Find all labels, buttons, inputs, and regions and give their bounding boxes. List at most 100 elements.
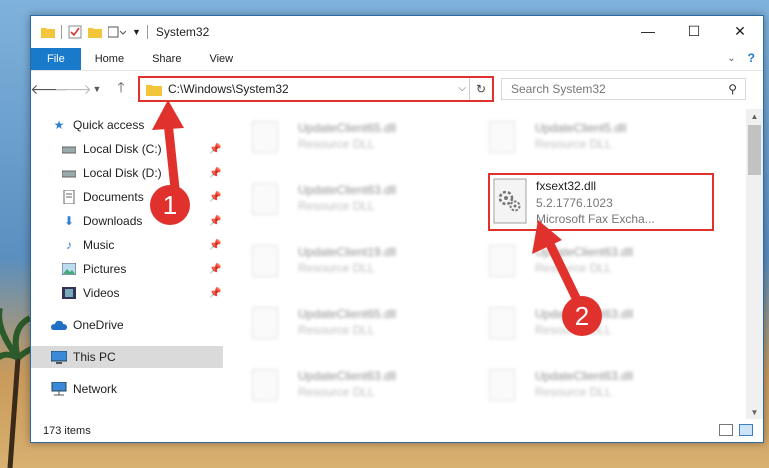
chevron-down-icon[interactable]: ▼ (132, 27, 141, 37)
folder-icon (41, 28, 55, 38)
highlighted-file-description: Microsoft Fax Excha... (536, 212, 655, 226)
videos-icon (61, 286, 77, 300)
expand-ribbon-icon[interactable]: ⌄ (727, 53, 735, 64)
ribbon-help: ⌄ ? (727, 51, 755, 65)
file-name: UpdateClient63.dll (535, 307, 634, 321)
file-description: Resource DLL (298, 323, 375, 337)
item-count: 173 items (43, 425, 91, 437)
pin-icon[interactable]: 📌 (209, 144, 221, 155)
sidebar-item-local-disk-c[interactable]: Local Disk (C:) 📌 (61, 138, 223, 160)
sidebar-item-label: Local Disk (C:) (83, 142, 162, 156)
properties-icon[interactable] (68, 25, 82, 39)
large-icons-view-icon[interactable] (739, 424, 753, 436)
pin-icon[interactable]: 📌 (209, 264, 221, 275)
recent-locations-icon[interactable]: ▼ (85, 84, 109, 94)
file-name: UpdateClient65.dll (298, 121, 397, 135)
list-item[interactable]: UpdateClient63.dll Resource DLL (463, 299, 683, 347)
new-folder-icon[interactable] (88, 26, 102, 38)
vertical-scrollbar[interactable]: ▲ ▼ (746, 109, 763, 419)
sidebar-item-label: Music (83, 238, 115, 252)
explorer-window: ▼ System32 — ☐ ✕ File Home Share View ⌄ … (30, 15, 764, 443)
scroll-down-icon[interactable]: ▼ (746, 405, 763, 419)
file-name: UpdateClient63.dll (298, 183, 397, 197)
scroll-up-icon[interactable]: ▲ (746, 109, 763, 123)
file-name: UpdateClient63.dll (535, 245, 634, 259)
cloud-icon (51, 318, 67, 332)
dll-file-icon (252, 245, 278, 277)
sidebar-item-documents[interactable]: Documents 📌 (61, 186, 223, 208)
list-item[interactable]: UpdateClient5.dll Resource DLL (463, 113, 683, 161)
file-name: UpdateClient63.dll (298, 369, 397, 383)
tab-share[interactable]: Share (138, 48, 195, 70)
sidebar-item-label: Local Disk (D:) (83, 166, 162, 180)
list-item[interactable]: UpdateClient63.dll Resource DLL (226, 361, 446, 409)
file-name: UpdateClient19.dll (298, 245, 397, 259)
details-view-icon[interactable] (719, 424, 733, 436)
tab-file[interactable]: File (31, 48, 81, 70)
drive-icon (61, 166, 77, 180)
sidebar-item-pictures[interactable]: Pictures 📌 (61, 258, 223, 280)
help-icon[interactable]: ? (748, 51, 755, 65)
forward-arrow-icon[interactable]: 🡒 (54, 81, 92, 98)
quick-access-toolbar: ▼ (31, 25, 148, 39)
list-item[interactable]: UpdateClient65.dll Resource DLL (226, 299, 446, 347)
maximize-button[interactable]: ☐ (671, 16, 717, 46)
tab-home[interactable]: Home (81, 48, 138, 70)
list-item[interactable]: UpdateClient65.dll Resource DLL (226, 113, 446, 161)
pin-icon[interactable]: 📌 (209, 216, 221, 227)
sidebar-item-music[interactable]: ♪ Music 📌 (61, 234, 223, 256)
drive-icon (61, 142, 77, 156)
sidebar-item-label: Downloads (83, 214, 143, 228)
sidebar-item-label: Videos (83, 286, 120, 300)
sidebar-item-label: Pictures (83, 262, 127, 276)
file-description: Resource DLL (535, 323, 612, 337)
customize-icon[interactable] (108, 26, 126, 38)
sidebar-item-label: OneDrive (73, 318, 124, 332)
highlighted-file-name: fxsext32.dll (536, 179, 597, 193)
sidebar-item-this-pc[interactable]: This PC (31, 346, 223, 368)
sidebar-item-label: This PC (73, 350, 116, 364)
address-bar[interactable]: C:\Windows\System32 ⌵ ↻ (138, 76, 494, 102)
status-bar: 173 items (31, 420, 763, 442)
pin-icon[interactable]: 📌 (209, 288, 221, 299)
sidebar-item-quick-access[interactable]: ★ Quick access (51, 114, 243, 136)
dll-file-icon (489, 369, 515, 401)
sidebar-item-label: Quick access (73, 118, 145, 132)
refresh-icon[interactable]: ↻ (469, 78, 492, 100)
file-name: UpdateClient63.dll (535, 369, 634, 383)
list-item[interactable]: UpdateClient63.dll Resource DLL (226, 175, 446, 223)
window-title: System32 (155, 25, 210, 39)
file-list: UpdateClient65.dll Resource DLL UpdateCl… (226, 109, 741, 414)
tab-view[interactable]: View (195, 48, 247, 70)
dll-file-icon (489, 307, 515, 339)
sidebar-item-videos[interactable]: Videos 📌 (61, 282, 223, 304)
file-name: UpdateClient65.dll (298, 307, 397, 321)
file-description: Resource DLL (535, 261, 612, 275)
navigation-pane: ★ Quick access Local Disk (C:) 📌 Local D… (31, 109, 223, 414)
documents-icon (61, 190, 77, 204)
sidebar-item-label: Documents (83, 190, 144, 204)
close-button[interactable]: ✕ (717, 16, 763, 46)
download-icon: ⬇ (63, 214, 75, 228)
sidebar-item-onedrive[interactable]: OneDrive (51, 314, 243, 336)
list-item[interactable]: UpdateClient19.dll Resource DLL (226, 237, 446, 285)
pictures-icon (61, 262, 77, 276)
window-controls: — ☐ ✕ (625, 16, 763, 46)
sidebar-item-downloads[interactable]: ⬇ Downloads 📌 (61, 210, 223, 232)
sidebar-item-local-disk-d[interactable]: Local Disk (D:) 📌 (61, 162, 223, 184)
scrollbar-thumb[interactable] (748, 125, 761, 175)
chevron-down-icon[interactable]: ⌵ (458, 83, 466, 94)
list-item[interactable]: UpdateClient63.dll Resource DLL (463, 361, 683, 409)
minimize-button[interactable]: — (625, 16, 671, 46)
sidebar-item-network[interactable]: Network (51, 378, 243, 400)
up-arrow-icon[interactable]: 🡑 (109, 77, 133, 101)
pin-icon[interactable]: 📌 (209, 192, 221, 203)
search-input[interactable]: Search System32 ⚲ (501, 78, 746, 100)
pin-icon[interactable]: 📌 (209, 240, 221, 251)
file-name: UpdateClient5.dll (535, 121, 627, 135)
sidebar-item-label: Network (73, 382, 118, 396)
pin-icon[interactable]: 📌 (209, 168, 221, 179)
list-item[interactable]: UpdateClient63.dll Resource DLL (463, 237, 683, 285)
file-description: Resource DLL (535, 137, 612, 151)
search-icon[interactable]: ⚲ (728, 82, 737, 96)
